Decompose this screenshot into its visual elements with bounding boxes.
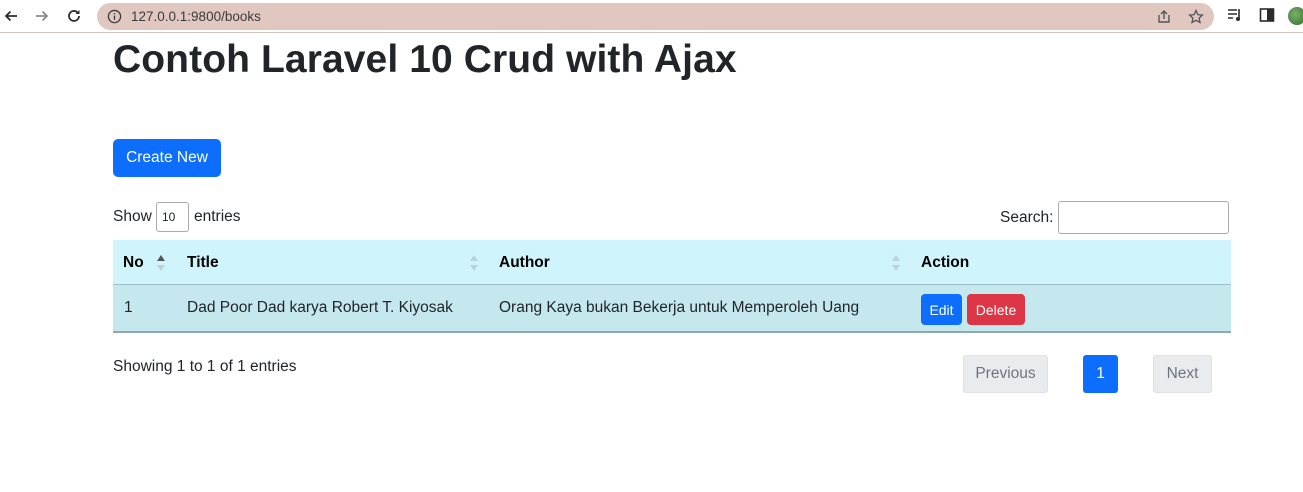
page-length-value: 10	[162, 210, 176, 224]
pagination-previous[interactable]: Previous	[963, 355, 1048, 393]
page-title: Contoh Laravel 10 Crud with Ajax	[113, 38, 737, 81]
cell-no: 1	[124, 299, 133, 316]
back-arrow-icon[interactable]	[1, 6, 21, 26]
url-text[interactable]: 127.0.0.1:9800/books	[131, 9, 261, 24]
share-icon[interactable]	[1156, 9, 1172, 25]
edit-button[interactable]: Edit	[921, 294, 962, 325]
search-label: Search:	[1000, 209, 1054, 226]
sort-ascending-icon[interactable]	[156, 254, 166, 272]
column-header-author[interactable]: Author	[499, 240, 550, 285]
column-header-action: Action	[921, 253, 970, 271]
side-panel-icon[interactable]	[1259, 7, 1275, 23]
table-body: 1 Dad Poor Dad karya Robert T. Kiyosak O…	[113, 285, 1231, 333]
info-icon[interactable]	[107, 9, 122, 24]
bookmark-star-icon[interactable]	[1188, 9, 1204, 25]
table-row: 1 Dad Poor Dad karya Robert T. Kiyosak O…	[113, 285, 1231, 333]
column-header-no[interactable]: No	[123, 240, 144, 285]
delete-button[interactable]: Delete	[967, 294, 1025, 325]
page-length-select[interactable]: 10	[156, 202, 189, 232]
reload-icon[interactable]	[64, 6, 84, 26]
sort-icon[interactable]	[891, 254, 901, 272]
pagination-page-1[interactable]: 1	[1083, 355, 1118, 393]
reading-list-icon[interactable]	[1227, 7, 1243, 23]
sort-icon[interactable]	[469, 254, 479, 272]
address-bar[interactable]: 127.0.0.1:9800/books	[97, 3, 1214, 30]
cell-title: Dad Poor Dad karya Robert T. Kiyosak	[187, 299, 453, 316]
books-table: No Title Author Action 1 Dad Poor Dad ka…	[113, 240, 1231, 333]
show-label: Show	[113, 208, 152, 225]
search-input[interactable]	[1058, 201, 1229, 234]
browser-toolbar: 127.0.0.1:9800/books	[0, 0, 1303, 33]
entries-label: entries	[194, 208, 241, 225]
forward-arrow-icon[interactable]	[32, 6, 52, 26]
pagination-next[interactable]: Next	[1153, 355, 1212, 393]
column-header-title[interactable]: Title	[187, 240, 219, 285]
cell-author: Orang Kaya bukan Bekerja untuk Memperole…	[499, 299, 860, 316]
create-new-button[interactable]: Create New	[113, 139, 221, 177]
table-header: No Title Author Action	[113, 240, 1231, 285]
table-info: Showing 1 to 1 of 1 entries	[113, 358, 297, 375]
extension-avatar-icon[interactable]	[1288, 7, 1303, 25]
